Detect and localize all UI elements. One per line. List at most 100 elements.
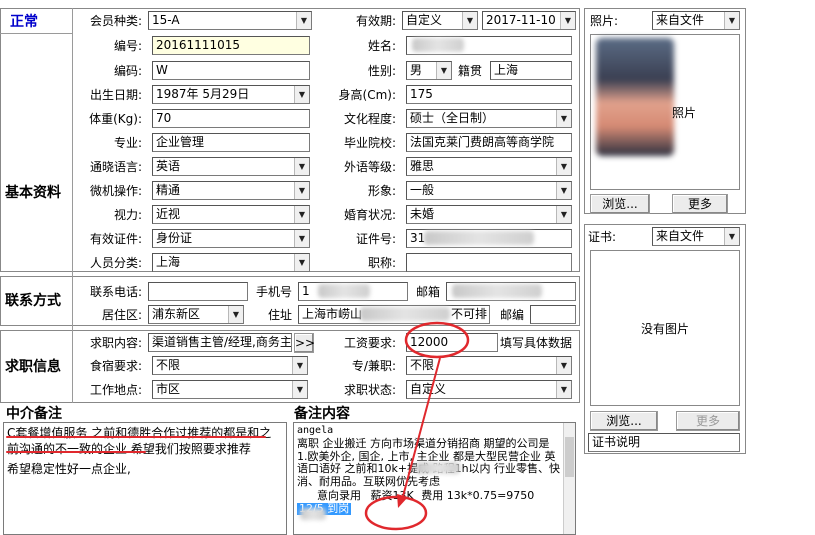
chevron-down-icon: ▼ [724, 228, 739, 245]
computer-select[interactable]: 精通 ▼ [152, 181, 310, 200]
category-label: 人员分类: [89, 256, 142, 270]
validity-date-picker[interactable]: 2017-11-10 ▼ [482, 11, 576, 30]
image-select[interactable]: 一般 ▼ [406, 181, 572, 200]
board-label: 食宿要求: [89, 359, 142, 373]
major-field[interactable]: 企业管理 [152, 133, 310, 152]
language-select[interactable]: 英语 ▼ [152, 157, 310, 176]
chevron-down-icon: ▼ [296, 12, 311, 29]
chevron-down-icon: ▼ [556, 110, 571, 127]
state-select[interactable]: 自定义 ▼ [406, 380, 572, 399]
marital-select[interactable]: 未婚 ▼ [406, 205, 572, 224]
cert-desc-field[interactable]: 证书说明 [588, 433, 740, 452]
agent-note-line2: 希望稳定性好一点企业, [7, 462, 131, 476]
code-label: 编码: [113, 64, 142, 78]
district-label: 居住区: [101, 308, 142, 322]
education-select[interactable]: 硕士（全日制） ▼ [406, 109, 572, 128]
photo-browse-button[interactable]: 浏览... [590, 194, 650, 214]
height-label: 身高(Cm): [338, 88, 396, 102]
gender-select[interactable]: 男 ▼ [406, 61, 452, 80]
language-label: 通晓语言: [89, 160, 142, 174]
scroll-thumb[interactable] [565, 437, 574, 477]
section-contact-title: 联系方式 [5, 293, 61, 309]
photo-caption: 照片 [672, 106, 697, 120]
section-job-title: 求职信息 [5, 359, 61, 375]
chevron-down-icon: ▼ [556, 158, 571, 175]
gender-label: 性别: [367, 64, 396, 78]
photo-source-select[interactable]: 来自文件 ▼ [652, 11, 740, 30]
note-fee: 费用 13k*0.75=9750 [421, 489, 535, 502]
job-content-field[interactable]: 渠道销售主管/经理,商务主 [148, 333, 292, 352]
note-intent-row: 意向录用 薪资13K 费用 13k*0.75=9750 [297, 490, 561, 502]
computer-label: 微机操作: [89, 184, 142, 198]
note-content-memo[interactable]: angela 离职 企业搬迁 方向市场渠道分销招商 期望的公司是 1.欧美外企,… [293, 422, 576, 535]
job-content-more-button[interactable]: >> [294, 333, 315, 353]
note-scrollbar[interactable] [563, 423, 575, 534]
cert-source-select[interactable]: 来自文件 ▼ [652, 227, 740, 246]
status-label: 正常 [10, 14, 38, 30]
salary-field[interactable]: 12000 [406, 333, 498, 352]
email-redaction [452, 284, 542, 298]
email-label: 邮箱 [415, 285, 440, 299]
chevron-down-icon: ▼ [292, 357, 307, 374]
native-label: 籍贯 [458, 64, 483, 78]
agent-note-memo[interactable]: C套餐增值服务 之前和德胜合作过推荐的都是和之前沟通的不一致的企业 希望我们按照… [3, 422, 287, 535]
id-no-redaction [424, 231, 534, 245]
chevron-down-icon: ▼ [556, 182, 571, 199]
annotation-underline-1 [6, 436, 266, 438]
annotation-underline-2 [6, 451, 146, 453]
agent-note-title: 中介备注 [6, 406, 62, 422]
salary-hint: 填写具体数据 [500, 336, 573, 350]
school-label: 毕业院校: [343, 136, 396, 150]
photo-more-button[interactable]: 更多 [672, 194, 728, 214]
location-label: 工作地点: [89, 383, 142, 397]
parttime-select[interactable]: 不限 ▼ [406, 356, 572, 375]
photo-label: 照片: [590, 14, 619, 28]
note-salary-tag: 薪资13K [370, 489, 414, 502]
cert-empty-text: 没有图片 [640, 322, 689, 336]
serial-field[interactable]: 20161111015 [152, 36, 310, 55]
title-field[interactable] [406, 253, 572, 272]
chevron-down-icon: ▼ [294, 182, 309, 199]
chevron-down-icon: ▼ [228, 306, 243, 323]
foreign-level-select[interactable]: 雅思 ▼ [406, 157, 572, 176]
mobile-redaction [318, 284, 370, 298]
image-label: 形象: [367, 184, 396, 198]
validity-label: 有效期: [355, 14, 396, 28]
vision-select[interactable]: 近视 ▼ [152, 205, 310, 224]
phone-field[interactable] [148, 282, 248, 301]
name-label: 姓名: [367, 39, 396, 53]
mobile-label: 手机号 [255, 285, 292, 299]
section-basic-title: 基本资料 [5, 185, 61, 201]
validity-mode-select[interactable]: 自定义 ▼ [402, 11, 478, 30]
school-field[interactable]: 法国克莱门费朗高等商学院 [406, 133, 572, 152]
chevron-down-icon: ▼ [556, 381, 571, 398]
native-field[interactable]: 上海 [490, 61, 572, 80]
title-label: 职称: [367, 256, 396, 270]
note-content-title: 备注内容 [294, 406, 350, 422]
chevron-down-icon: ▼ [436, 62, 451, 79]
weight-field[interactable]: 70 [152, 109, 310, 128]
board-select[interactable]: 不限 ▼ [152, 356, 308, 375]
category-select[interactable]: 上海 ▼ [152, 253, 310, 272]
chevron-down-icon: ▼ [556, 206, 571, 223]
chevron-down-icon: ▼ [560, 12, 575, 29]
birth-date-picker[interactable]: 1987年 5月29日 ▼ [152, 85, 310, 104]
id-type-select[interactable]: 身份证 ▼ [152, 229, 310, 248]
district-select[interactable]: 浦东新区 ▼ [148, 305, 244, 324]
photo-image [596, 38, 674, 156]
cert-browse-button[interactable]: 浏览... [590, 411, 658, 431]
cert-label: 证书: [588, 230, 617, 244]
member-type-select[interactable]: 15-A ▼ [148, 11, 312, 30]
phone-label: 联系电话: [89, 285, 142, 299]
note-redaction-2 [300, 508, 326, 520]
state-label: 求职状态: [343, 383, 396, 397]
height-field[interactable]: 175 [406, 85, 572, 104]
marital-label: 婚育状况: [343, 208, 396, 222]
postcode-field[interactable] [530, 305, 576, 324]
postcode-label: 邮编 [499, 308, 524, 322]
id-type-label: 有效证件: [89, 232, 142, 246]
note-intent: 意向录用 [317, 489, 361, 502]
chevron-down-icon: ▼ [294, 254, 309, 271]
code-field[interactable]: W [152, 61, 310, 80]
location-select[interactable]: 市区 ▼ [152, 380, 308, 399]
